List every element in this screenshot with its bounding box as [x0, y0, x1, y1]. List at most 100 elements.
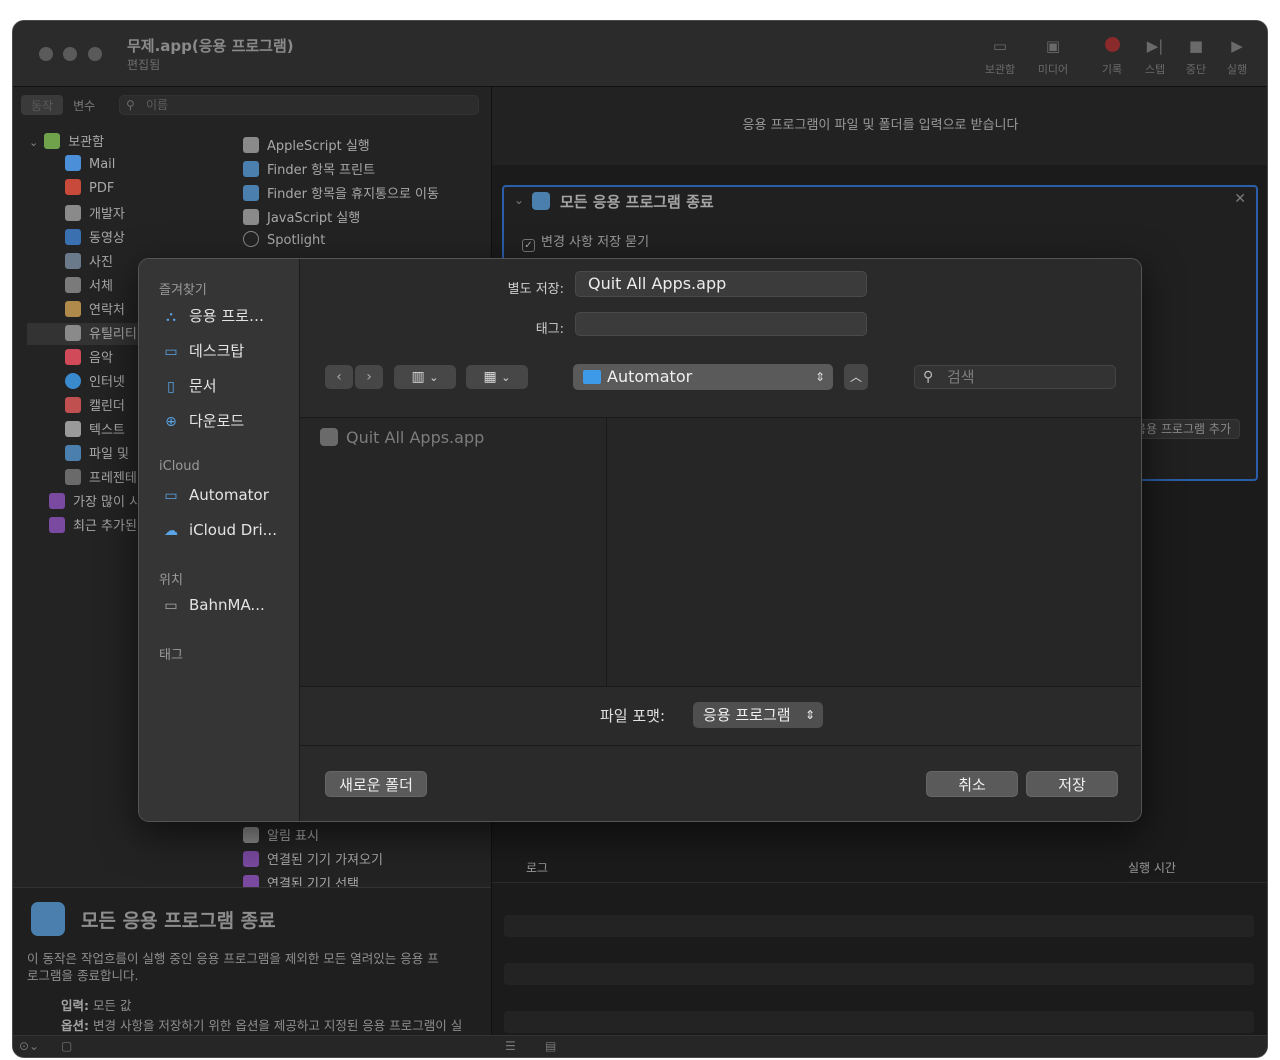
action-item[interactable]: Finder 항목을 휴지통으로 이동 — [243, 183, 439, 205]
new-folder-button[interactable]: 새로운 폴더 — [325, 771, 427, 797]
forward-button[interactable]: › — [355, 365, 383, 389]
minimize-window-button[interactable] — [63, 47, 77, 61]
action-menu-icon[interactable]: ⊙⌄ — [19, 1039, 39, 1053]
close-window-button[interactable] — [39, 47, 53, 61]
checkbox-label: 변경 사항 저장 묻기 — [541, 235, 650, 250]
library-item-pdf[interactable]: PDF — [65, 179, 114, 201]
cancel-button[interactable]: 취소 — [926, 771, 1018, 797]
toolbar-record-label: 기록 — [1101, 63, 1123, 76]
save-as-field[interactable]: Quit All Apps.app — [575, 271, 867, 297]
chevron-up-icon: ︿ — [849, 370, 862, 384]
library-item-text[interactable]: 텍스트 — [65, 419, 125, 441]
text-icon — [65, 421, 81, 437]
library-item-label: 동영상 — [89, 231, 125, 246]
description-toggle-icon[interactable]: ▢ — [61, 1039, 72, 1053]
window-title: 무제.app(응용 프로그램) — [127, 37, 294, 55]
log-column-header: 로그 — [526, 861, 549, 875]
toolbar-run-button[interactable]: ▶ 실행 — [1212, 37, 1262, 77]
close-icon[interactable]: ✕ — [1234, 191, 1246, 207]
action-item[interactable]: JavaScript 실행 — [243, 207, 360, 229]
library-item-contacts[interactable]: 연락처 — [65, 299, 125, 321]
toolbar-library-label: 보관함 — [984, 63, 1016, 76]
tab-actions[interactable]: 동작 — [21, 95, 64, 115]
grid-icon: ▦ — [483, 369, 497, 385]
library-item-label: 연락처 — [89, 303, 125, 318]
dialog-search-input[interactable]: ⚲ 검색 — [914, 365, 1116, 389]
action-item[interactable]: AppleScript 실행 — [243, 135, 370, 157]
action-item[interactable]: Spotlight — [243, 231, 325, 253]
sidebar-item-downloads[interactable]: ⊕ 다운로드 — [161, 410, 244, 434]
library-item-most-used[interactable]: 가장 많이 시 — [49, 491, 141, 513]
file-format-popup[interactable]: 응용 프로그램 ⇕ — [693, 702, 823, 728]
action-label: Finder 항목을 휴지통으로 이동 — [267, 187, 439, 202]
file-item[interactable]: Quit All Apps.app — [320, 428, 484, 447]
library-item-mail[interactable]: Mail — [65, 155, 115, 177]
log-header: 로그 실행 시간 — [492, 849, 1267, 883]
collapse-dialog-button[interactable]: ︿ — [844, 364, 868, 390]
list-view-icon[interactable]: ☰ — [505, 1039, 516, 1053]
action-description: 모든 응용 프로그램 종료 이 동작은 작업흐름이 실행 중인 응용 프로그램을… — [13, 887, 491, 1035]
column-divider[interactable] — [606, 418, 607, 686]
back-button[interactable]: ‹ — [325, 365, 353, 389]
photo-icon — [65, 253, 81, 269]
library-item-calendar[interactable]: 캘린더 — [65, 395, 125, 417]
sidebar-item-label: 다운로드 — [189, 412, 245, 430]
library-item-library[interactable]: ⌄ 보관함 — [29, 131, 104, 153]
desktop-icon: ▭ — [164, 344, 178, 360]
sidebar-item-automator[interactable]: ▭ Automator — [161, 486, 268, 510]
sidebar-header-locations: 위치 — [159, 573, 183, 588]
library-item-label: 음악 — [89, 351, 113, 366]
sidebar-item-applications[interactable]: ⛬ 응용 프로… — [161, 305, 264, 329]
workflow-input-banner: 응용 프로그램이 파일 및 폴더를 입력으로 받습니다 — [492, 87, 1267, 165]
library-item-presentations[interactable]: 프레젠테 — [65, 467, 137, 489]
chevron-down-icon: ⌄ — [29, 136, 39, 149]
tags-field[interactable] — [575, 312, 867, 336]
library-item-internet[interactable]: 인터넷 — [65, 371, 125, 393]
library-item-movies[interactable]: 동영상 — [65, 227, 125, 249]
chevron-down-icon[interactable]: ⌄ — [514, 193, 524, 207]
action-item[interactable]: 연결된 기기 가져오기 — [243, 849, 383, 871]
sidebar-item-icloud-drive[interactable]: ☁ iCloud Dri... — [161, 521, 277, 545]
library-item-files[interactable]: 파일 및 — [65, 443, 129, 465]
group-view-button[interactable]: ▦ ⌄ — [466, 365, 528, 389]
library-item-label: 서체 — [89, 279, 113, 294]
split-view-icon[interactable]: ▤ — [545, 1039, 556, 1053]
action-label: 연결된 기기 가져오기 — [267, 853, 383, 868]
sidebar-item-computer[interactable]: ▭ BahnMA... — [161, 596, 264, 620]
file-format-value: 응용 프로그램 — [703, 706, 791, 724]
toolbar-library-button[interactable]: ▭ 보관함 — [975, 37, 1025, 77]
tab-variables[interactable]: 변수 — [63, 95, 105, 115]
library-item-recently-added[interactable]: 최근 추가된 — [49, 515, 137, 537]
sidebar-item-label: 데스크탑 — [189, 342, 245, 360]
sidebar-item-documents[interactable]: ▯ 문서 — [161, 375, 216, 399]
library-item-developer[interactable]: 개발자 — [65, 203, 125, 225]
sidebar-item-desktop[interactable]: ▭ 데스크탑 — [161, 340, 244, 364]
action-item[interactable]: 알림 표시 — [243, 825, 319, 847]
library-search-input[interactable]: ⚲ 이름 — [119, 95, 479, 115]
folder-icon — [583, 370, 601, 384]
action-item[interactable]: Finder 항목 프린트 — [243, 159, 375, 181]
mail-icon — [65, 155, 81, 171]
file-format-label: 파일 포맷: — [600, 707, 666, 725]
action-item[interactable]: 연결된 기기 선택 — [243, 873, 359, 887]
save-button[interactable]: 저장 — [1026, 771, 1118, 797]
finder-icon — [65, 445, 81, 461]
zoom-window-button[interactable] — [88, 47, 102, 61]
library-item-label: 프레젠테 — [89, 471, 137, 486]
input-label: 입력: — [61, 998, 89, 1013]
column-view-button[interactable]: ▥ ⌄ — [394, 365, 456, 389]
toolbar-run-label: 실행 — [1226, 63, 1248, 76]
pdf-icon — [65, 179, 81, 195]
updown-chevron-icon: ⇕ — [814, 370, 825, 384]
action-label: AppleScript 실행 — [267, 139, 370, 154]
media-icon: ▣ — [1045, 37, 1061, 55]
library-item-label: 텍스트 — [89, 423, 125, 438]
library-item-photos[interactable]: 사진 — [65, 251, 113, 273]
library-item-music[interactable]: 음악 — [65, 347, 113, 369]
library-item-fonts[interactable]: 서체 — [65, 275, 113, 297]
toolbar-media-button[interactable]: ▣ 미디어 — [1028, 37, 1078, 77]
dialog-main: 별도 저장: Quit All Apps.app 태그: ‹ › ▥ ⌄ ▦ ⌄… — [300, 259, 1141, 821]
ask-to-save-checkbox[interactable]: ✓ 변경 사항 저장 묻기 — [522, 231, 649, 252]
location-popup[interactable]: Automator ⇕ — [573, 364, 833, 390]
font-icon — [65, 277, 81, 293]
